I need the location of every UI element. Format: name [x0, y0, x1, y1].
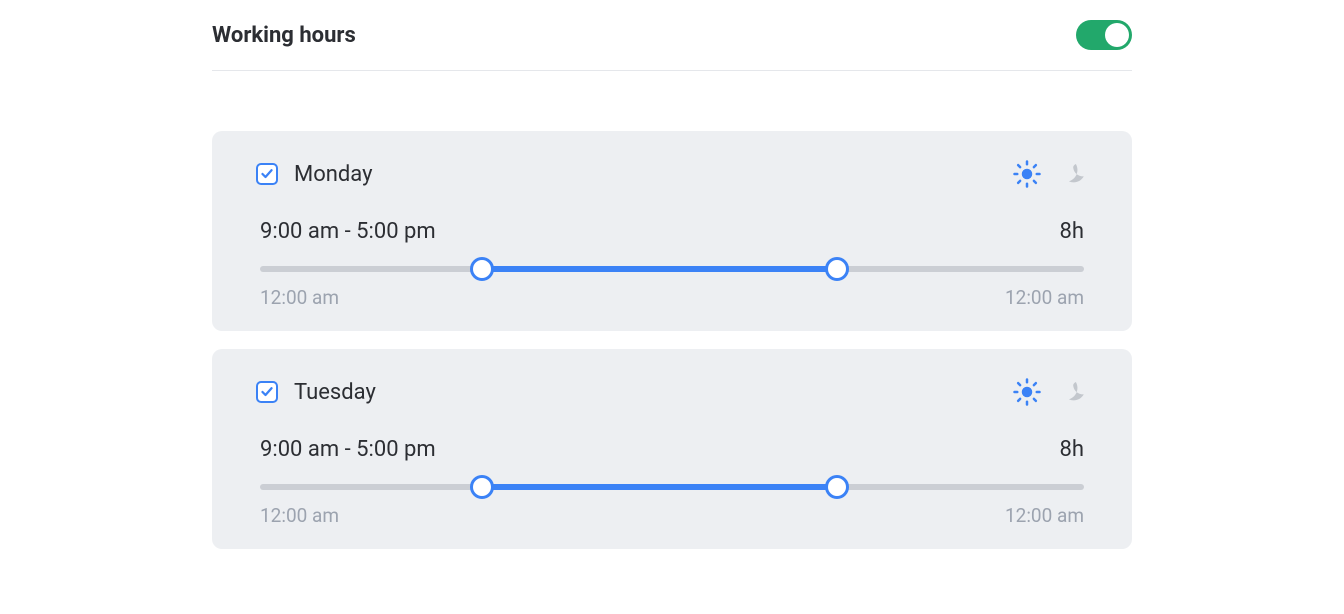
slider-end-label: 12:00 am — [1005, 286, 1084, 309]
day-enable-checkbox[interactable] — [256, 381, 278, 403]
duration: 8h — [1060, 437, 1084, 462]
slider-start-handle[interactable] — [470, 257, 494, 281]
time-range: 9:00 am - 5:00 pm — [260, 437, 436, 462]
duration: 8h — [1060, 219, 1084, 244]
slider-fill — [482, 484, 836, 490]
slider-start-handle[interactable] — [470, 475, 494, 499]
slider-start-label: 12:00 am — [260, 504, 339, 527]
toggle-knob — [1105, 23, 1129, 47]
slider-end-label: 12:00 am — [1005, 504, 1084, 527]
time-slider[interactable] — [260, 266, 1084, 272]
slider-end-handle[interactable] — [825, 257, 849, 281]
day-enable-checkbox[interactable] — [256, 163, 278, 185]
sun-icon[interactable] — [1012, 159, 1042, 189]
slider-end-handle[interactable] — [825, 475, 849, 499]
time-slider[interactable] — [260, 484, 1084, 490]
working-hours-header: Working hours — [212, 20, 1132, 71]
moon-icon[interactable] — [1060, 160, 1088, 188]
slider-start-label: 12:00 am — [260, 286, 339, 309]
working-hours-toggle[interactable] — [1076, 20, 1132, 50]
days-list: Monday — [212, 131, 1132, 549]
section-title: Working hours — [212, 23, 356, 48]
slider-fill — [482, 266, 836, 272]
day-name: Monday — [294, 162, 373, 187]
day-header: Tuesday — [256, 377, 1088, 407]
day-card: Monday — [212, 131, 1132, 331]
moon-icon[interactable] — [1060, 378, 1088, 406]
day-card: Tuesday — [212, 349, 1132, 549]
day-header: Monday — [256, 159, 1088, 189]
day-name: Tuesday — [294, 380, 376, 405]
sun-icon[interactable] — [1012, 377, 1042, 407]
time-range: 9:00 am - 5:00 pm — [260, 219, 436, 244]
